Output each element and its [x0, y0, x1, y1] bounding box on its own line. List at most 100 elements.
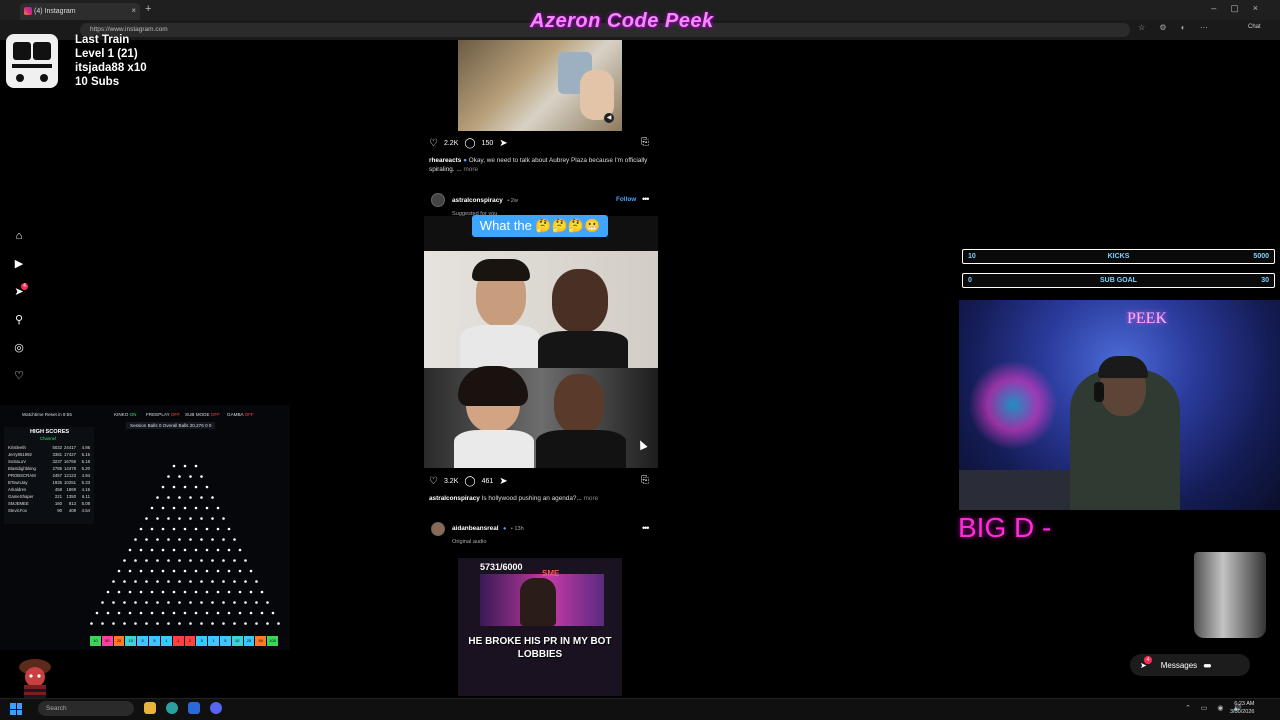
like-icon[interactable]: ♡ [429, 476, 438, 487]
plinko-peg [145, 622, 148, 625]
reels-icon[interactable]: ▶ [12, 257, 26, 271]
new-tab-button[interactable]: + [145, 3, 151, 15]
post2-caption-user[interactable]: astralconspiracy [429, 495, 480, 502]
plinko-peg [134, 559, 137, 562]
more-options-icon[interactable]: ••• [642, 194, 650, 204]
taskbar-clock[interactable]: 6:23 AM 3/30/2026 [1230, 700, 1254, 716]
search-icon[interactable]: ⚲ [12, 313, 26, 327]
high-score-cell: SMJEMEE [8, 501, 29, 506]
plinko-peg [178, 475, 181, 478]
save-icon[interactable]: ⎘ [641, 475, 649, 486]
post3-logo: SME [542, 569, 560, 578]
plinko-session-stats: Session Balls 0 Overall Balls 20,276 0 0 [126, 422, 216, 429]
window-controls[interactable]: –▢× [1211, 3, 1272, 14]
plinko-peg [205, 485, 209, 489]
train-name: Last Train [75, 34, 130, 46]
high-scores-title: HIGH SCORES [30, 429, 70, 435]
windows-start-icon[interactable] [10, 703, 22, 715]
plinko-peg [139, 590, 143, 594]
avatar[interactable] [431, 522, 445, 536]
store-icon[interactable] [188, 702, 200, 714]
plinko-slot: 10 [125, 636, 137, 646]
tab-close-icon[interactable]: × [131, 6, 136, 15]
notifications-icon[interactable]: ♡ [12, 369, 26, 383]
plinko-peg [145, 517, 148, 520]
plinko-slot: -1 [172, 636, 184, 646]
post2-time: • 2w [507, 198, 518, 204]
save-icon[interactable]: ⎘ [641, 137, 649, 148]
messages-label: Messages [1160, 660, 1198, 670]
post2-photo-top [424, 251, 658, 368]
plinko-peg [189, 559, 192, 562]
high-score-cell: 1869 [66, 487, 76, 492]
follow-button[interactable]: Follow [616, 196, 636, 203]
high-score-cell: 2785 [52, 466, 62, 471]
home-icon[interactable]: ⌂ [12, 229, 26, 243]
post2-more-link[interactable]: more [584, 495, 599, 502]
plinko-peg [150, 569, 154, 573]
high-score-cell: 1350 [66, 494, 76, 499]
browser-extension-icons[interactable]: ☆ ⚙ ◐ ⋯ [1138, 23, 1214, 32]
high-score-cell: Blastdighbking [8, 466, 36, 471]
plinko-peg [227, 548, 231, 552]
plinko-peg [178, 580, 181, 583]
plinko-peg [255, 601, 258, 604]
plinko-peg [189, 475, 192, 478]
comment-icon[interactable]: ◯ [464, 138, 475, 149]
high-score-cell: 5032 [52, 445, 62, 450]
plinko-slots: 10 50 25 10 5 5 1 -1 2 5 1 5 10 25 50 100 [90, 636, 278, 646]
comment-icon[interactable]: ◯ [464, 476, 475, 487]
tab-instagram[interactable]: (4) Instagram × [20, 3, 140, 20]
webcam-neon-sign: PEEK [1127, 310, 1167, 327]
verified-icon: ● [463, 157, 467, 164]
plinko-peg [183, 548, 187, 552]
post2-caption: astralconspiracy Is hollywood pushing an… [429, 494, 654, 503]
plinko-peg [172, 485, 176, 489]
plinko-peg [211, 559, 214, 562]
like-icon[interactable]: ♡ [429, 138, 438, 149]
plinko-peg [172, 464, 176, 468]
post3-time: • 13h [510, 526, 524, 532]
post3-username[interactable]: aidanbeansreal [452, 525, 499, 532]
plinko-peg [167, 517, 170, 520]
plinko-peg [233, 580, 236, 583]
post1-username[interactable]: rheareacts [429, 157, 461, 164]
share-icon[interactable]: ➤ [499, 476, 507, 487]
copilot-chat-button[interactable]: Chat [1248, 24, 1261, 30]
plinko-peg [266, 622, 269, 625]
stream-title: Azeron Code Peek [530, 10, 714, 32]
taskbar-search[interactable]: Search [38, 701, 134, 716]
plinko-peg [156, 538, 159, 541]
plinko-peg [211, 538, 214, 541]
high-score-cell: 17427 [64, 452, 76, 457]
post1-more-link[interactable]: more [463, 166, 478, 173]
avatar[interactable] [431, 193, 445, 207]
post3-caption: HE BROKE HIS PR IN MY BOT LOBBIES [468, 636, 612, 660]
sub-goal-label: SUB GOAL [1100, 277, 1137, 284]
plinko-slot: 50 [101, 636, 113, 646]
plinko-peg [167, 622, 170, 625]
plinko-peg [238, 569, 242, 573]
plinko-peg [277, 622, 280, 625]
high-score-cell: 5.15 [81, 452, 90, 457]
post1-video[interactable]: ◀ [458, 40, 622, 131]
explore-icon[interactable]: ◎ [12, 341, 26, 355]
edge-icon[interactable] [166, 702, 178, 714]
plinko-peg [172, 506, 176, 510]
share-icon[interactable]: ➤ [499, 138, 507, 149]
discord-icon[interactable] [210, 702, 222, 714]
high-score-cell: 2457 [52, 473, 62, 478]
plinko-peg [194, 527, 198, 531]
plinko-peg [249, 590, 253, 594]
plinko-pegs [90, 464, 280, 625]
plinko-peg [178, 538, 181, 541]
more-options-icon[interactable]: ••• [642, 523, 650, 533]
file-explorer-icon[interactable] [144, 702, 156, 714]
mute-icon[interactable]: ◀ [604, 113, 614, 123]
plinko-peg [161, 527, 165, 531]
plinko-peg [183, 527, 187, 531]
train-subs: 10 Subs [75, 76, 120, 88]
post2-username[interactable]: astralconspiracy [452, 197, 503, 204]
plinko-peg [205, 506, 209, 510]
plinko-peg [222, 559, 225, 562]
